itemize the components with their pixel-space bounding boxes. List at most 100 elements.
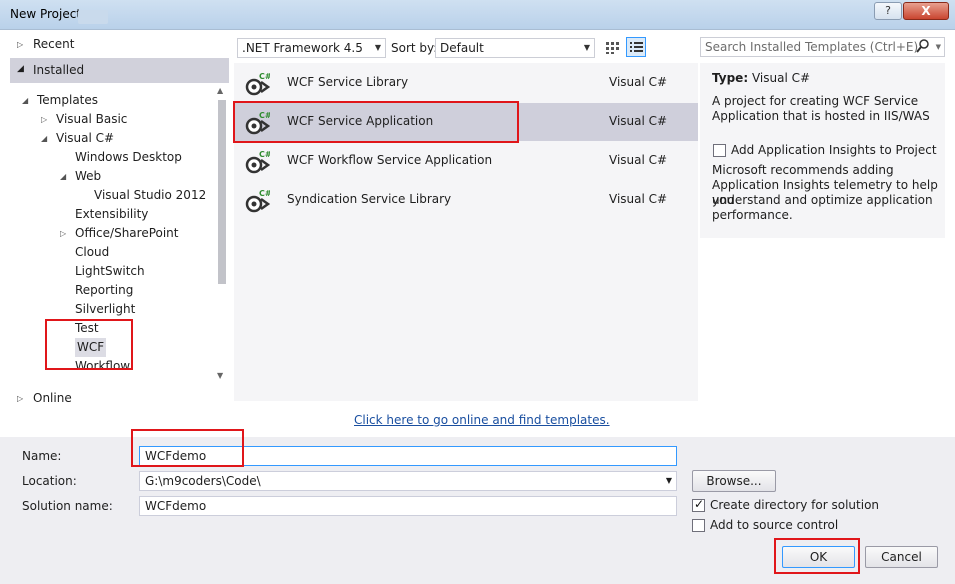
template-name: Syndication Service Library [287, 192, 452, 206]
tree-item-label: Visual Studio 2012 [94, 188, 207, 202]
template-row[interactable]: C# WCF Workflow Service Application Visual… [234, 142, 698, 180]
type-value: Visual C# [751, 71, 811, 85]
svg-text:C#: C# [259, 72, 270, 81]
small-icons-view-button[interactable] [602, 37, 622, 57]
search-icon[interactable] [916, 38, 930, 59]
create-directory-label: Create directory for solution [710, 498, 880, 512]
source-control-label: Add to source control [710, 518, 839, 532]
chevron-down-icon[interactable]: ▼ [666, 472, 672, 490]
sort-value: Default [440, 41, 484, 55]
template-language: Visual C# [609, 153, 668, 167]
sort-select[interactable]: Default ▼ [435, 38, 595, 58]
solution-name-label: Solution name: [22, 499, 113, 513]
scroll-up-icon[interactable]: ▲ [217, 86, 223, 95]
nav-online-label: Online [33, 391, 72, 405]
close-button[interactable]: X [903, 2, 949, 20]
description-line-2: Application that is hosted in IIS/WAS [712, 109, 930, 123]
template-row[interactable]: C# WCF Service Library Visual C# [234, 64, 698, 102]
template-language: Visual C# [609, 192, 668, 206]
list-view-button[interactable] [626, 37, 646, 57]
search-input[interactable]: Search Installed Templates (Ctrl+E) ▼ [700, 37, 945, 57]
name-label: Name: [22, 449, 62, 463]
search-placeholder: Search Installed Templates (Ctrl+E) [705, 40, 919, 54]
details-panel: Type: Visual C# A project for creating W… [700, 63, 945, 238]
tree-item[interactable]: Extensibility [75, 205, 148, 224]
tree-item[interactable]: Office/SharePoint [75, 224, 179, 243]
template-language: Visual C# [609, 114, 668, 128]
template-language: Visual C# [609, 75, 668, 89]
online-templates-link[interactable]: Click here to go online and find templat… [354, 413, 610, 427]
scrollbar-thumb[interactable] [218, 100, 226, 284]
template-row[interactable]: C# Syndication Service Library Visual C# [234, 181, 698, 219]
insights-label: Add Application Insights to Project [731, 143, 937, 157]
tree-item-label: Visual Basic [56, 112, 128, 126]
location-field[interactable]: G:\m9coders\Code\ ▼ [139, 471, 677, 491]
tree-item-label: LightSwitch [75, 264, 145, 278]
tree-item-label: Extensibility [75, 207, 149, 221]
tree-item[interactable]: Templates [37, 91, 98, 110]
location-value: G:\m9coders\Code\ [145, 474, 261, 488]
list-icon [630, 42, 643, 52]
svg-text:C#: C# [259, 189, 270, 198]
source-control-checkbox[interactable] [692, 519, 705, 532]
tree-item-label: Templates [37, 93, 99, 107]
tree-item[interactable]: Reporting [75, 281, 133, 300]
insights-line-4: performance. [712, 208, 793, 222]
solution-name-value: WCFdemo [145, 499, 207, 513]
expand-arrow-icon[interactable]: ▷ [41, 110, 47, 129]
tree-item[interactable]: Visual Basic [56, 110, 127, 129]
chevron-down-icon: ▼ [374, 43, 381, 52]
tree-item[interactable]: Cloud [75, 243, 109, 262]
sort-label: Sort by: [391, 41, 438, 55]
wcf-project-icon: C# [245, 189, 270, 213]
tree-item[interactable]: Silverlight [75, 300, 135, 319]
tree-item-label: Silverlight [75, 302, 136, 316]
highlight-box-ok [774, 538, 860, 574]
chevron-down-icon: ▼ [583, 43, 590, 52]
solution-name-field[interactable]: WCFdemo [139, 496, 677, 516]
collapse-arrow-icon[interactable]: ◢ [60, 167, 66, 186]
chevron-down-icon[interactable]: ▼ [936, 38, 941, 56]
framework-select[interactable]: .NET Framework 4.5 ▼ [237, 38, 386, 58]
type-label: Type: [712, 71, 749, 85]
tree-item-label: Web [75, 169, 102, 183]
help-button[interactable]: ? [874, 2, 902, 20]
highlight-box-template [233, 101, 519, 143]
description-line-1: A project for creating WCF Service [712, 94, 919, 108]
tree-scrollbar[interactable]: ▲ ▼ [215, 86, 229, 384]
location-label: Location: [22, 474, 77, 488]
template-name: WCF Workflow Service Application [287, 153, 493, 167]
tree-item[interactable]: Visual Studio 2012 [94, 186, 206, 205]
expand-arrow-icon[interactable]: ▷ [60, 224, 66, 243]
insights-line-3: understand and optimize application [712, 193, 933, 207]
svg-text:C#: C# [259, 150, 270, 159]
highlight-box-wcf [45, 319, 133, 370]
tree-item[interactable]: Windows Desktop [75, 148, 182, 167]
tree-item[interactable]: LightSwitch [75, 262, 145, 281]
tree-item-label: Cloud [75, 245, 110, 259]
grid-icon [606, 42, 619, 54]
insights-line-1: Microsoft recommends adding [712, 163, 894, 177]
cancel-button[interactable]: Cancel [865, 546, 938, 568]
scroll-down-icon[interactable]: ▼ [217, 371, 223, 380]
template-name: WCF Service Library [287, 75, 409, 89]
wcf-project-icon: C# [245, 150, 270, 174]
type-line: Type: Visual C# [712, 71, 942, 86]
expand-arrow-icon: ▷ [17, 394, 24, 403]
highlight-box-name [131, 429, 244, 467]
wcf-project-icon: C# [245, 72, 270, 96]
framework-value: .NET Framework 4.5 [242, 41, 363, 55]
tree-item-label: Office/SharePoint [75, 226, 179, 240]
nav-online[interactable]: ▷ Online [10, 389, 229, 408]
tree-item[interactable]: Visual C# [56, 129, 114, 148]
tree-item-label: Reporting [75, 283, 134, 297]
collapse-arrow-icon[interactable]: ◢ [41, 129, 47, 148]
tree-item[interactable]: Web [75, 167, 101, 186]
collapse-arrow-icon[interactable]: ◢ [22, 91, 28, 110]
create-directory-checkbox[interactable] [692, 497, 705, 512]
tree-item-label: Windows Desktop [75, 150, 182, 164]
browse-button[interactable]: Browse... [692, 470, 776, 492]
tree-item-label: Visual C# [56, 131, 115, 145]
insights-checkbox[interactable] [713, 144, 726, 157]
template-tree: Templates ◢ Visual Basic ▷ Visual C# ◢ Windows… [0, 0, 215, 372]
